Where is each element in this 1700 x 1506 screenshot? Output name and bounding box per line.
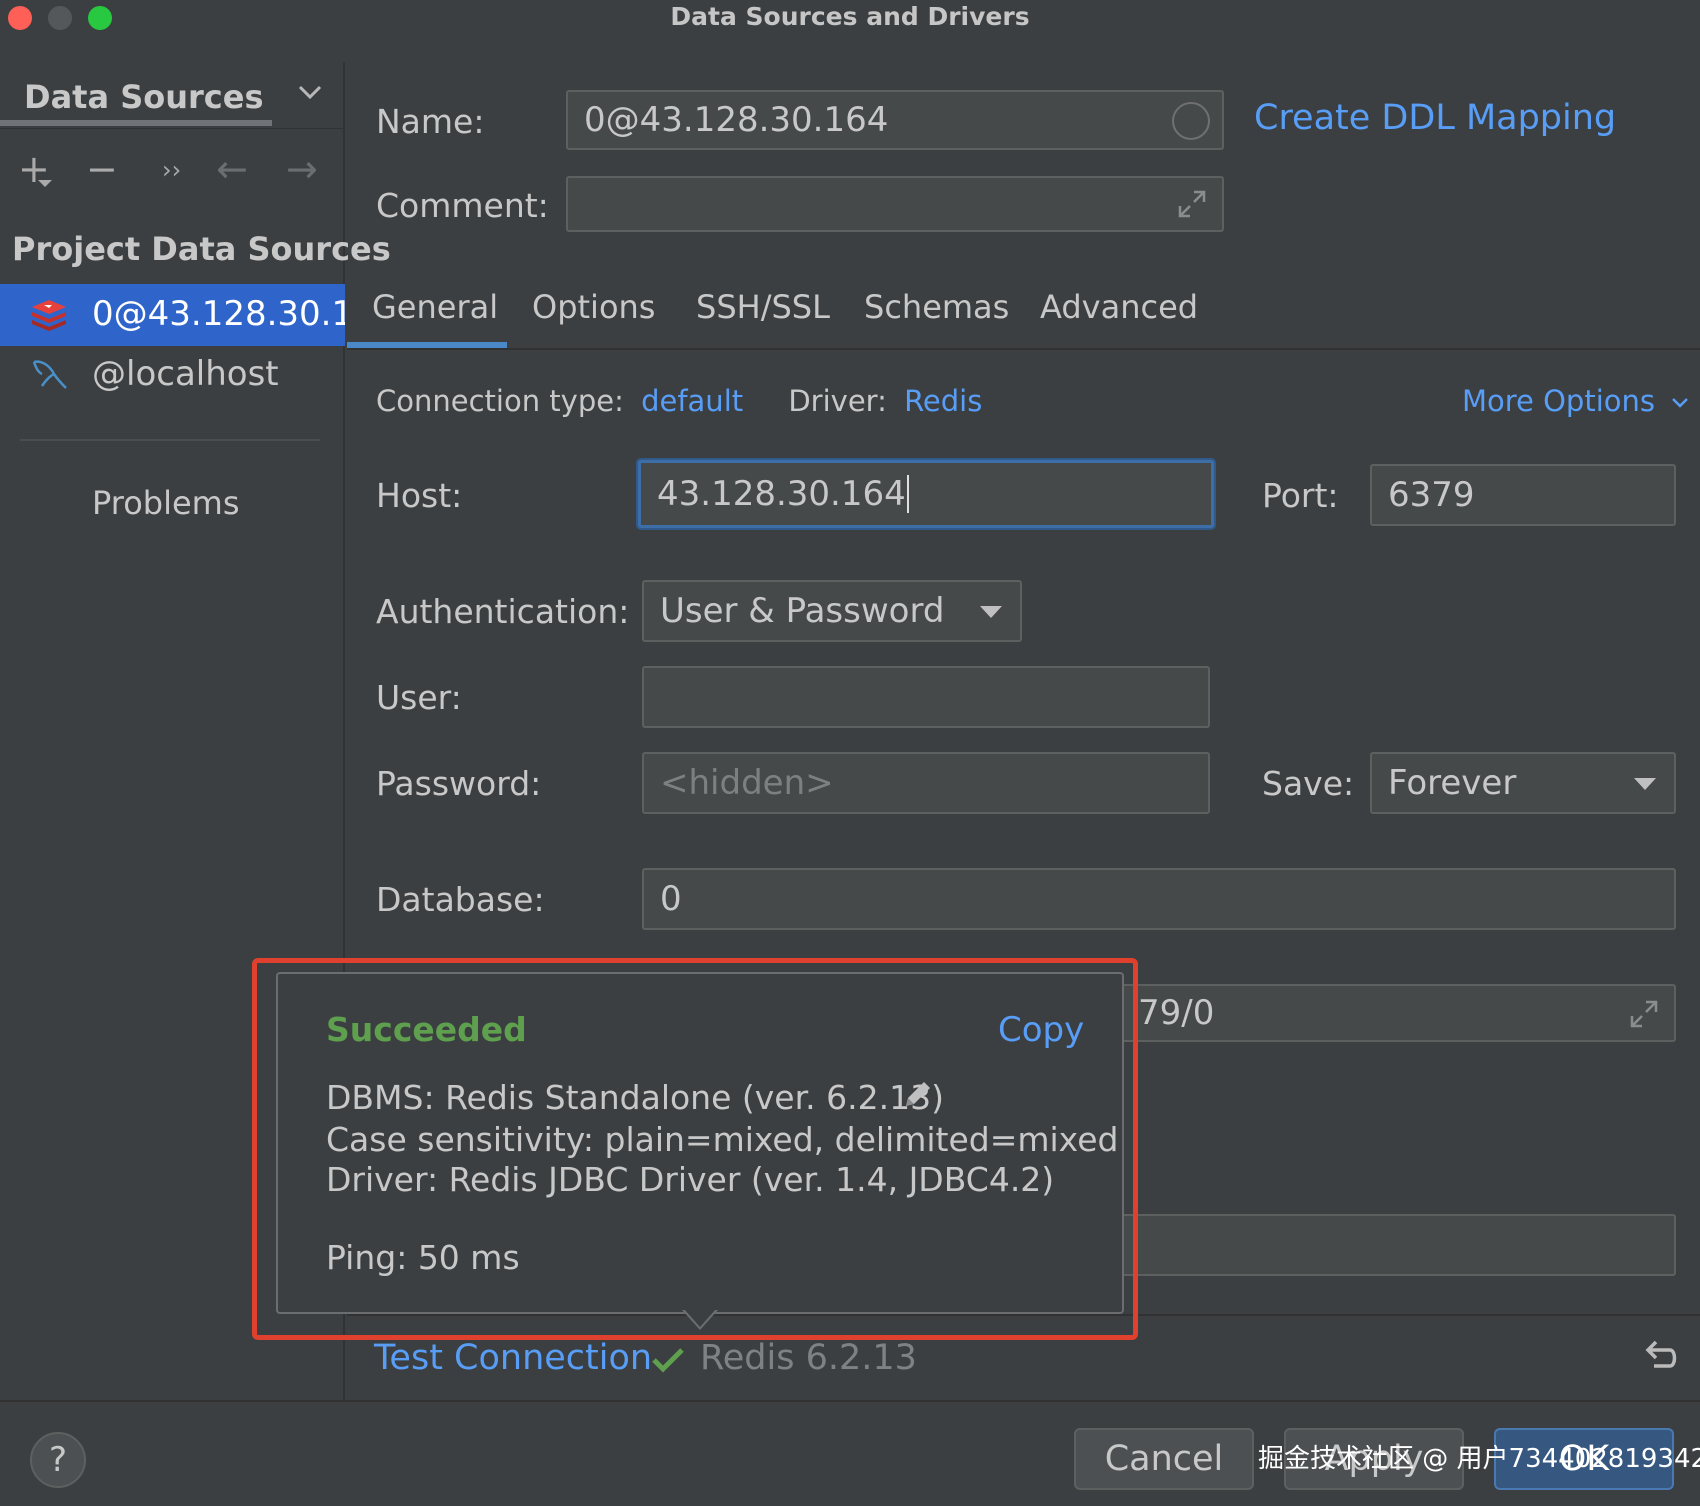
pencil-icon[interactable] [900,1076,936,1112]
port-label: Port: [1262,476,1339,515]
test-result-label: Redis 6.2.13 [700,1338,917,1378]
sidebar-header[interactable]: Data Sources [24,78,264,116]
watermark: 掘金技术社区 @ 用户734402819342 [1258,1444,1700,1474]
host-value: 43.128.30.164 [657,474,906,514]
tab-general[interactable]: General [372,288,498,326]
sidebar-item-label: 0@43.128.30.164 [92,294,345,334]
authentication-label: Authentication: [376,592,630,631]
url-input[interactable]: 79/0 [1120,984,1676,1042]
create-ddl-mapping-link[interactable]: Create DDL Mapping [1254,98,1616,138]
name-field[interactable]: 0@43.128.30.164 [566,90,1224,150]
popup-driver-line: Driver: Redis JDBC Driver (ver. 1.4, JDB… [326,1160,1055,1199]
authentication-select[interactable]: User & Password [642,580,1022,642]
tab-schemas[interactable]: Schemas [864,288,1009,326]
more-options-button[interactable]: More Options [1462,384,1690,418]
url-value: 79/0 [1138,993,1215,1033]
divider [0,1400,1700,1402]
sidebar-item-problems[interactable]: Problems [92,484,240,522]
driver-label: Driver: [788,384,887,418]
password-placeholder: <hidden> [660,763,834,803]
add-dropdown-icon[interactable] [38,180,52,187]
connection-type-label: Connection type: [376,384,624,418]
authentication-value: User & Password [660,591,945,631]
save-label: Save: [1262,764,1355,803]
redis-icon [32,300,66,331]
more-options-label: More Options [1462,384,1656,418]
user-label: User: [376,678,462,717]
reset-icon[interactable] [1640,1336,1680,1376]
chevron-down-icon [1672,398,1689,408]
back-arrow-icon[interactable]: ← [216,150,248,188]
checkmark-icon [652,1348,684,1373]
popup-dbms-line: DBMS: Redis Standalone (ver. 6.2.13) [326,1078,944,1117]
save-select[interactable]: Forever [1370,752,1676,814]
comment-field[interactable] [566,176,1224,232]
port-input[interactable]: 6379 [1370,464,1676,526]
driver-link[interactable]: Redis [904,384,982,418]
cancel-button[interactable]: Cancel [1074,1428,1254,1490]
popup-ping-line: Ping: 50 ms [326,1238,520,1277]
popup-status: Succeeded [326,1010,527,1049]
sidebar-header-underline [0,120,272,126]
sidebar-item-label: @localhost [92,354,279,394]
expand-icon[interactable] [1176,188,1208,220]
test-connection-popup: Succeeded Copy DBMS: Redis Standalone (v… [276,972,1124,1314]
window-title: Data Sources and Drivers [670,2,1030,31]
mysql-dolphin-icon [32,360,67,389]
divider [347,348,1700,350]
host-label: Host: [376,476,463,515]
forward-arrow-icon[interactable]: → [286,150,318,188]
password-input[interactable]: <hidden> [642,752,1210,814]
connection-type-link[interactable]: default [641,384,743,418]
color-picker-icon[interactable] [1172,102,1210,140]
dropdown-arrow-icon [1634,778,1656,790]
tab-ssh-ssl[interactable]: SSH/SSL [696,288,830,326]
chevron-down-icon[interactable] [296,78,324,106]
dropdown-arrow-icon [980,606,1002,618]
popup-case-line: Case sensitivity: plain=mixed, delimited… [326,1120,1119,1159]
hidden-input-field[interactable] [1120,1214,1676,1276]
title-bar: Data Sources and Drivers [0,0,1700,36]
database-label: Database: [376,880,545,919]
popup-pointer-inner [684,1309,716,1327]
more-actions-icon[interactable]: ›› [162,158,181,182]
help-button[interactable]: ? [30,1432,86,1488]
project-data-sources-title: Project Data Sources [12,230,391,268]
port-value: 6379 [1388,475,1475,515]
database-value: 0 [660,879,682,919]
tab-options[interactable]: Options [532,288,655,326]
test-connection-link[interactable]: Test Connection [374,1338,652,1378]
host-input[interactable]: 43.128.30.164 [638,460,1214,528]
save-value: Forever [1388,763,1517,803]
name-value: 0@43.128.30.164 [584,100,889,140]
tab-advanced[interactable]: Advanced [1040,288,1198,326]
divider [20,439,320,441]
comment-label: Comment: [376,186,549,225]
remove-icon[interactable]: − [86,150,118,188]
divider [0,128,345,129]
password-label: Password: [376,764,542,803]
user-input[interactable] [642,666,1210,728]
database-input[interactable]: 0 [642,868,1676,930]
sidebar-item-redis-datasource[interactable]: 0@43.128.30.164 [0,284,345,346]
text-cursor [906,475,909,513]
copy-link[interactable]: Copy [998,1010,1084,1050]
sidebar-item-localhost[interactable]: @localhost [0,346,345,406]
expand-icon[interactable] [1628,998,1660,1030]
name-label: Name: [376,102,485,141]
connection-type-row: Connection type: default Driver: Redis [376,384,982,418]
